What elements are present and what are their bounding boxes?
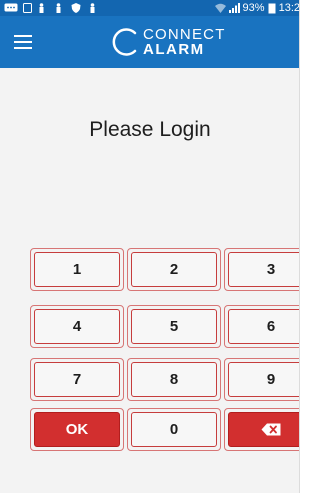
person-icon — [56, 3, 61, 13]
ok-button[interactable]: OK — [34, 412, 120, 447]
key-frame: 6 — [224, 305, 300, 348]
menu-icon-bar — [14, 41, 32, 43]
key-frame: 8 — [127, 358, 221, 401]
menu-icon-bar — [14, 47, 32, 49]
key-frame: 3 — [224, 248, 300, 291]
key-frame: 5 — [127, 305, 221, 348]
key-5[interactable]: 5 — [131, 309, 217, 344]
key-frame: 2 — [127, 248, 221, 291]
page-title: Please Login — [89, 118, 211, 141]
key-frame — [224, 408, 300, 451]
person-icon — [90, 3, 95, 13]
key-frame: 9 — [224, 358, 300, 401]
notification-icon — [23, 3, 32, 13]
wifi-icon — [214, 3, 226, 13]
key-9[interactable]: 9 — [228, 362, 300, 397]
battery-icon — [268, 3, 276, 13]
key-1[interactable]: 1 — [34, 252, 120, 287]
key-frame: 4 — [30, 305, 124, 348]
key-2[interactable]: 2 — [131, 252, 217, 287]
menu-button[interactable] — [14, 35, 32, 49]
logo-ring-icon — [112, 28, 137, 56]
person-icon — [39, 3, 44, 13]
menu-icon-bar — [14, 35, 32, 37]
status-time: 13:2 — [278, 2, 300, 14]
app-bar: CONNECT ALARM — [0, 16, 300, 68]
key-frame: 7 — [30, 358, 124, 401]
battery-percent: 93% — [242, 2, 265, 14]
key-0[interactable]: 0 — [131, 412, 217, 447]
key-3[interactable]: 3 — [228, 252, 300, 287]
key-7[interactable]: 7 — [34, 362, 120, 397]
key-frame: OK — [30, 408, 124, 451]
key-frame: 0 — [127, 408, 221, 451]
key-frame: 1 — [30, 248, 124, 291]
key-4[interactable]: 4 — [34, 309, 120, 344]
key-6[interactable]: 6 — [228, 309, 300, 344]
screen-edge-divider — [299, 0, 300, 493]
backspace-button[interactable] — [228, 412, 300, 447]
key-8[interactable]: 8 — [131, 362, 217, 397]
logo-text-alarm: ALARM — [143, 41, 205, 58]
signal-icon — [228, 3, 240, 13]
message-icon — [4, 3, 18, 12]
shield-icon — [71, 3, 81, 13]
status-bar: 93% 13:2 — [0, 0, 300, 16]
status-right: 93% 13:2 — [214, 0, 300, 16]
backspace-icon — [261, 423, 281, 436]
connect-alarm-logo: CONNECT ALARM — [110, 23, 260, 61]
phone-screen: 93% 13:2 CONNECT ALARM Please Login 1 2 … — [0, 0, 300, 493]
